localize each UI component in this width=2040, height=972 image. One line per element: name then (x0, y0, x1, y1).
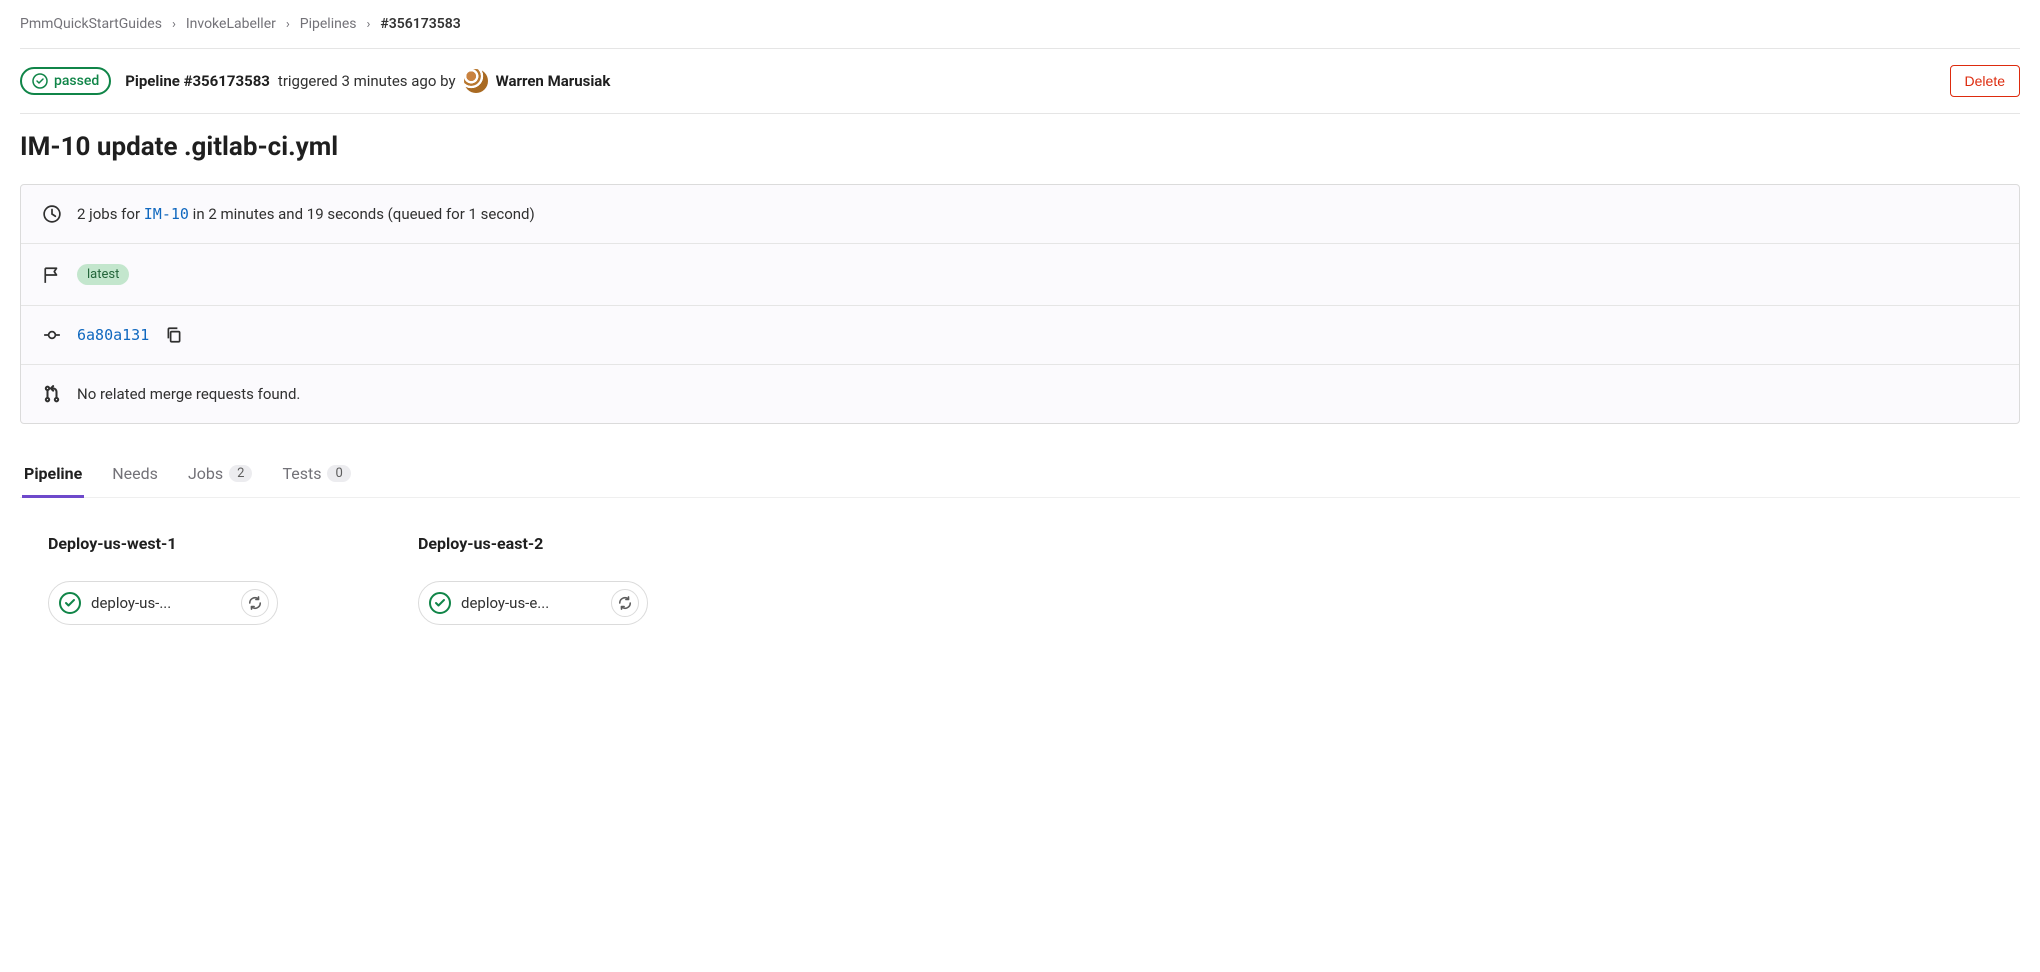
copy-icon[interactable] (165, 326, 183, 344)
retry-icon (248, 596, 262, 610)
job-name: deploy-us-e... (461, 594, 601, 612)
author-name[interactable]: Warren Marusiak (496, 72, 611, 90)
pipeline-info: Pipeline #356173583 triggered 3 minutes … (125, 69, 610, 93)
breadcrumb-current: #356173583 (380, 16, 460, 32)
clock-icon (43, 205, 61, 223)
tab-jobs[interactable]: Jobs 2 (186, 452, 255, 498)
delete-button[interactable]: Delete (1950, 65, 2020, 97)
job-name: deploy-us-... (91, 594, 231, 612)
pipeline-number: Pipeline #356173583 (125, 72, 270, 90)
info-row-mr: No related merge requests found. (21, 365, 2019, 423)
retry-icon (618, 596, 632, 610)
check-circle-icon (429, 592, 451, 614)
info-panel: 2 jobs for IM-10 in 2 minutes and 19 sec… (20, 184, 2020, 424)
status-badge[interactable]: passed (20, 67, 111, 95)
retry-button[interactable] (241, 589, 269, 617)
pipeline-header-left: passed Pipeline #356173583 triggered 3 m… (20, 67, 610, 95)
breadcrumb-item[interactable]: PmmQuickStartGuides (20, 16, 162, 32)
stage-name: Deploy-us-east-2 (418, 534, 648, 553)
duration-text: 2 jobs for IM-10 in 2 minutes and 19 sec… (77, 205, 535, 223)
tab-pipeline[interactable]: Pipeline (22, 452, 84, 498)
breadcrumb-item[interactable]: Pipelines (300, 16, 357, 32)
triggered-text: triggered 3 minutes ago by (278, 72, 456, 90)
latest-tag: latest (77, 264, 129, 285)
info-row-commit: 6a80a131 (21, 306, 2019, 365)
retry-button[interactable] (611, 589, 639, 617)
tab-needs[interactable]: Needs (110, 452, 160, 498)
pipeline-graph: Deploy-us-west-1 deploy-us-... Deploy-us… (20, 498, 2020, 661)
check-circle-icon (32, 73, 48, 89)
commit-sha-link[interactable]: 6a80a131 (77, 326, 149, 344)
check-circle-icon (59, 592, 81, 614)
chevron-right-icon: › (286, 17, 290, 32)
tests-count: 0 (327, 465, 350, 482)
chevron-right-icon: › (367, 17, 371, 32)
chevron-right-icon: › (172, 17, 176, 32)
breadcrumb-item[interactable]: InvokeLabeller (186, 16, 276, 32)
job-pill[interactable]: deploy-us-... (48, 581, 278, 625)
mr-text: No related merge requests found. (77, 385, 300, 403)
breadcrumb: PmmQuickStartGuides › InvokeLabeller › P… (20, 0, 2020, 48)
commit-icon (43, 326, 61, 344)
info-row-duration: 2 jobs for IM-10 in 2 minutes and 19 sec… (21, 185, 2019, 244)
page-title: IM-10 update .gitlab-ci.yml (20, 114, 2020, 184)
tab-tests[interactable]: Tests 0 (280, 452, 352, 498)
branch-link[interactable]: IM-10 (144, 205, 189, 223)
stage-name: Deploy-us-west-1 (48, 534, 278, 553)
tabs: Pipeline Needs Jobs 2 Tests 0 (20, 452, 2020, 498)
stage-column: Deploy-us-west-1 deploy-us-... (48, 534, 278, 625)
avatar[interactable] (464, 69, 488, 93)
stage-column: Deploy-us-east-2 deploy-us-e... (418, 534, 648, 625)
flag-icon (43, 266, 61, 284)
pipeline-header: passed Pipeline #356173583 triggered 3 m… (20, 49, 2020, 113)
jobs-count: 2 (229, 465, 252, 482)
job-pill[interactable]: deploy-us-e... (418, 581, 648, 625)
info-row-tags: latest (21, 244, 2019, 306)
merge-request-icon (43, 385, 61, 403)
status-text: passed (54, 73, 99, 89)
